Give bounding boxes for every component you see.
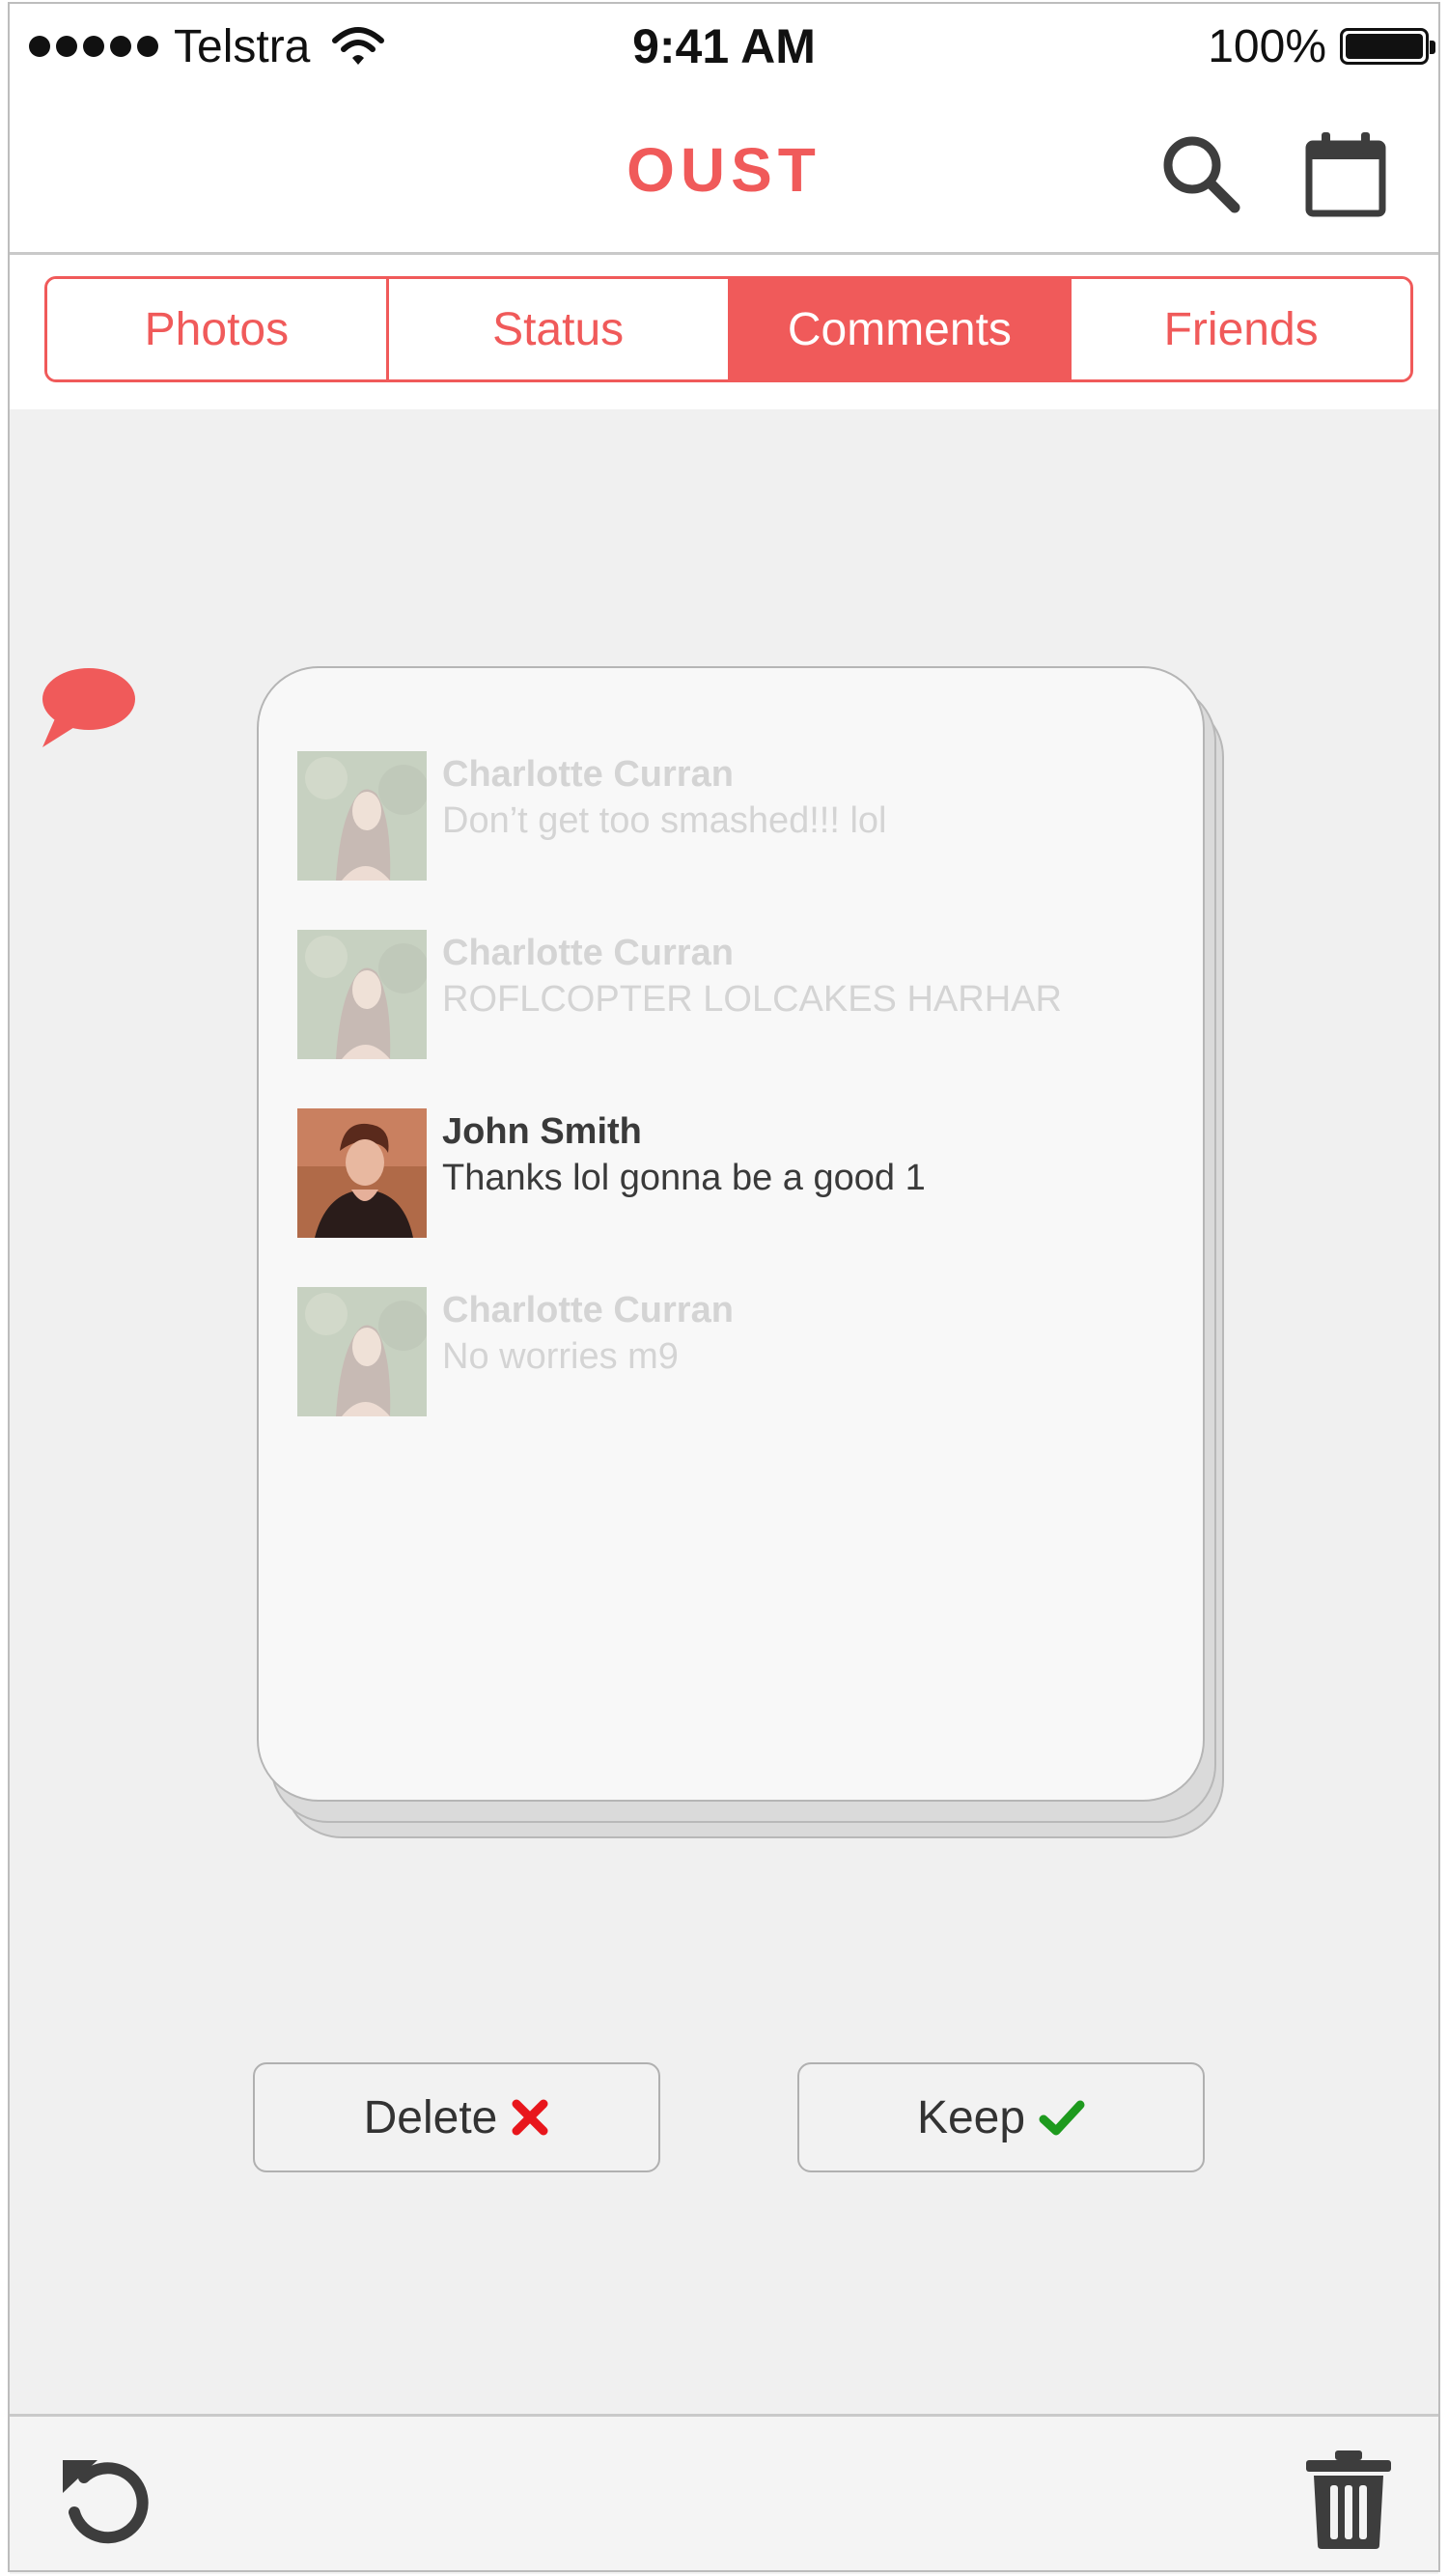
- comment-text: Charlotte Curran ROFLCOPTER LOLCAKES HAR…: [442, 930, 1062, 1022]
- comment-item: John Smith Thanks lol gonna be a good 1: [297, 1108, 1166, 1238]
- tab-photos[interactable]: Photos: [47, 279, 386, 379]
- keep-button[interactable]: Keep: [797, 2062, 1205, 2172]
- trash-icon: [1306, 2450, 1391, 2549]
- tab-friends[interactable]: Friends: [1069, 279, 1410, 379]
- undo-button[interactable]: [52, 2446, 158, 2552]
- search-button[interactable]: [1155, 127, 1247, 220]
- checkmark-icon: [1039, 2098, 1085, 2137]
- calendar-icon: [1305, 132, 1386, 217]
- tab-comments[interactable]: Comments: [727, 279, 1070, 379]
- comment-author: Charlotte Curran: [442, 754, 734, 795]
- comment-text: Charlotte Curran No worries m9: [442, 1287, 734, 1380]
- comment-message: Thanks lol gonna be a good 1: [442, 1158, 926, 1198]
- delete-label: Delete: [363, 2091, 498, 2143]
- avatar: [297, 1287, 427, 1416]
- status-right: 100%: [1208, 17, 1435, 75]
- comment-item: Charlotte Curran ROFLCOPTER LOLCAKES HAR…: [297, 930, 1166, 1059]
- comment-author: Charlotte Curran: [442, 1290, 734, 1330]
- bottom-toolbar: [10, 2414, 1438, 2574]
- cross-icon: [511, 2098, 549, 2137]
- navigation-bar: OUST: [10, 97, 1438, 255]
- main-content: Charlotte Curran Don’t get too smashed!!…: [10, 409, 1438, 2414]
- keep-label: Keep: [916, 2091, 1026, 2143]
- search-icon: [1163, 136, 1240, 213]
- battery-percentage: 100%: [1208, 20, 1326, 72]
- comment-message: No worries m9: [442, 1336, 679, 1377]
- comment-message: Don’t get too smashed!!! lol: [442, 800, 887, 841]
- undo-icon: [63, 2460, 149, 2544]
- app-screen: Telstra 9:41 AM 100% OUST Photos Status …: [0, 0, 1448, 2576]
- comments-card[interactable]: Charlotte Curran Don’t get too smashed!!…: [257, 666, 1205, 1802]
- comment-item: Charlotte Curran Don’t get too smashed!!…: [297, 751, 1166, 881]
- comment-author: Charlotte Curran: [442, 933, 734, 973]
- speech-bubble-icon: [42, 668, 135, 747]
- avatar: [297, 930, 427, 1059]
- delete-button[interactable]: Delete: [253, 2062, 660, 2172]
- avatar: [297, 751, 427, 881]
- comment-text: John Smith Thanks lol gonna be a good 1: [442, 1108, 926, 1201]
- status-bar: Telstra 9:41 AM 100%: [0, 0, 1448, 97]
- trash-button[interactable]: [1295, 2446, 1402, 2552]
- segmented-tabs: Photos Status Comments Friends: [44, 276, 1413, 382]
- battery-icon: [1340, 28, 1435, 65]
- comment-message: ROFLCOPTER LOLCAKES HARHAR: [442, 979, 1062, 1020]
- avatar: [297, 1108, 427, 1238]
- calendar-button[interactable]: [1299, 127, 1392, 220]
- tab-status[interactable]: Status: [385, 279, 728, 379]
- comment-item: Charlotte Curran No worries m9: [297, 1287, 1166, 1416]
- comment-text: Charlotte Curran Don’t get too smashed!!…: [442, 751, 886, 844]
- comment-author: John Smith: [442, 1111, 642, 1152]
- tab-bar-container: Photos Status Comments Friends: [10, 255, 1438, 409]
